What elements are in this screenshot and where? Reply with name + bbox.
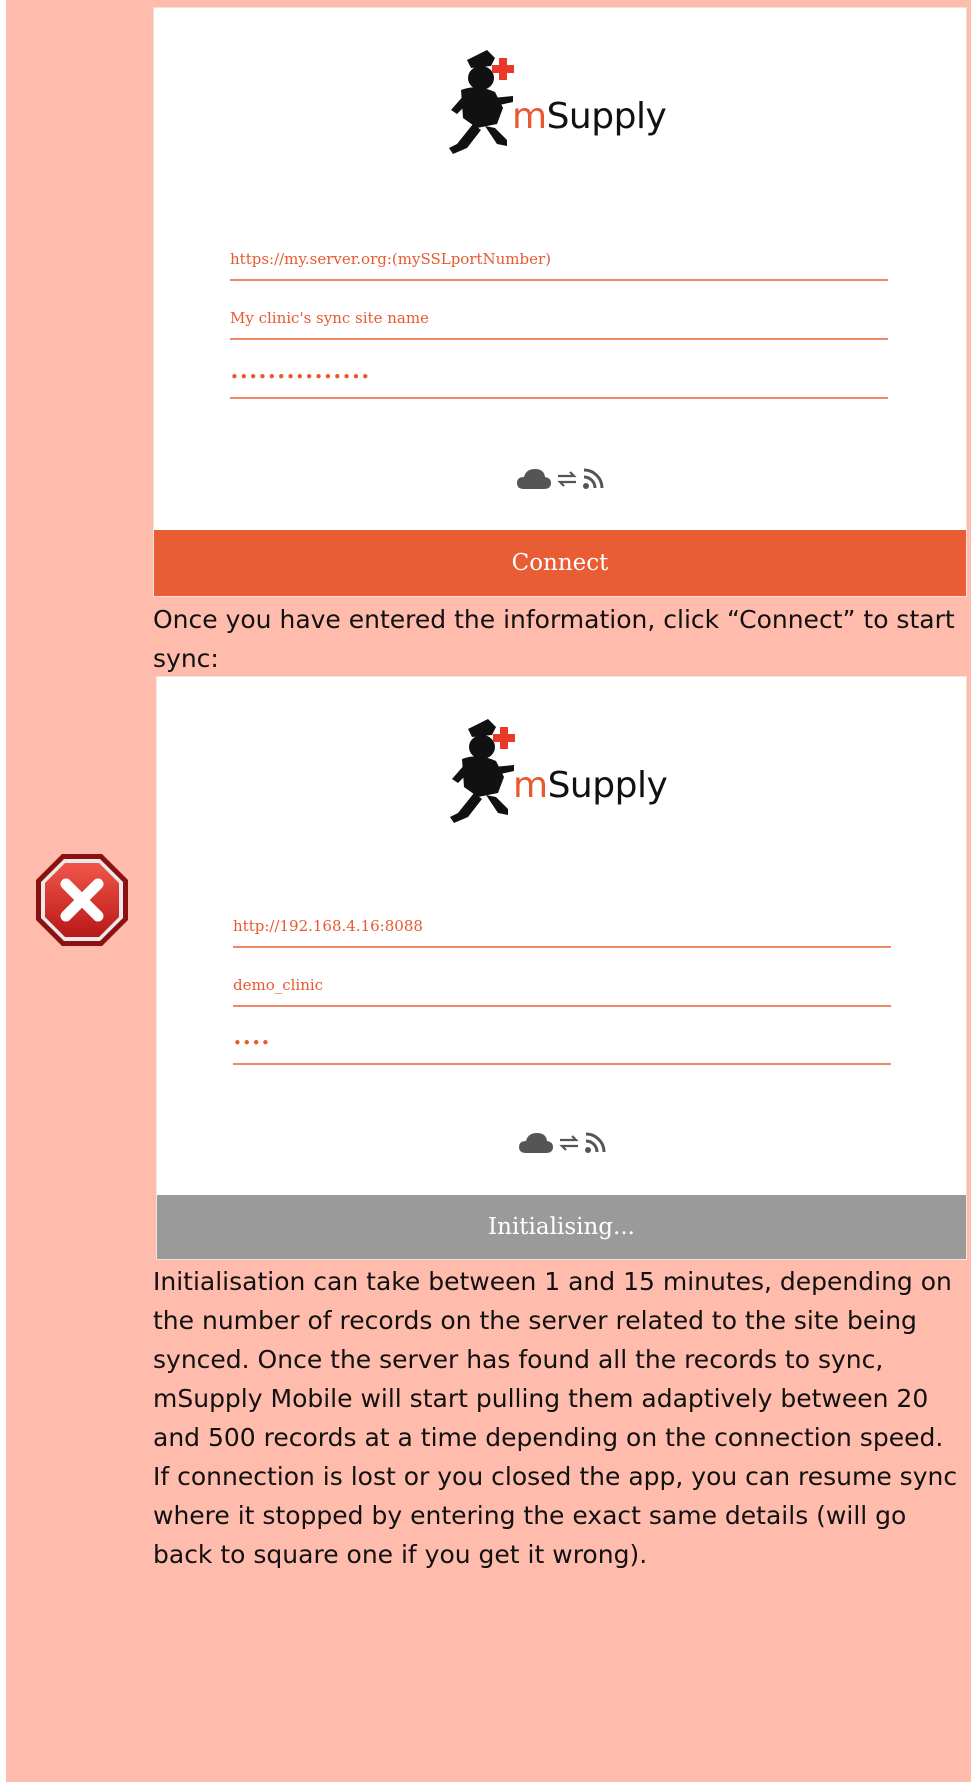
connection-status-icons xyxy=(154,463,966,499)
note-panel: mSupply https://my.server.org:(mySSLport… xyxy=(6,0,971,1782)
wifi-signal-icon xyxy=(584,1132,606,1158)
warning-x-icon xyxy=(36,854,128,946)
wifi-signal-icon xyxy=(582,468,604,494)
connection-status-icons xyxy=(157,1127,966,1163)
login-screenshot-initialising: mSupply http://192.168.4.16:8088 demo_cl… xyxy=(157,677,966,1259)
logo-letter-m: m xyxy=(513,765,548,806)
logo-wordmark: mSupply xyxy=(512,96,667,137)
msupply-logo: mSupply xyxy=(447,44,687,174)
cloud-icon xyxy=(518,1131,554,1159)
sync-site-name-field[interactable]: My clinic's sync site name xyxy=(230,304,888,340)
initialisation-explanation-text: Initialisation can take between 1 and 15… xyxy=(153,1267,958,1569)
password-field[interactable]: •••• xyxy=(233,1029,891,1065)
logo-text-supply: Supply xyxy=(546,96,667,137)
initialising-status-bar: Initialising... xyxy=(157,1195,966,1259)
logo-text-supply: Supply xyxy=(547,765,668,806)
server-url-field[interactable]: https://my.server.org:(mySSLportNumber) xyxy=(230,245,888,281)
sync-arrows-icon xyxy=(556,469,578,493)
connect-button[interactable]: Connect xyxy=(154,530,966,596)
logo-letter-m: m xyxy=(512,96,547,137)
sync-site-name-field[interactable]: demo_clinic xyxy=(233,971,891,1007)
sync-arrows-icon xyxy=(558,1133,580,1157)
cloud-icon xyxy=(516,467,552,495)
password-field[interactable]: ••••••••••••••• xyxy=(230,363,888,399)
server-url-field[interactable]: http://192.168.4.16:8088 xyxy=(233,912,891,948)
instruction-text-connect: Once you have entered the information, c… xyxy=(153,605,955,673)
msupply-logo: mSupply xyxy=(448,713,688,843)
logo-wordmark: mSupply xyxy=(513,765,668,806)
login-screenshot-empty: mSupply https://my.server.org:(mySSLport… xyxy=(154,8,966,596)
